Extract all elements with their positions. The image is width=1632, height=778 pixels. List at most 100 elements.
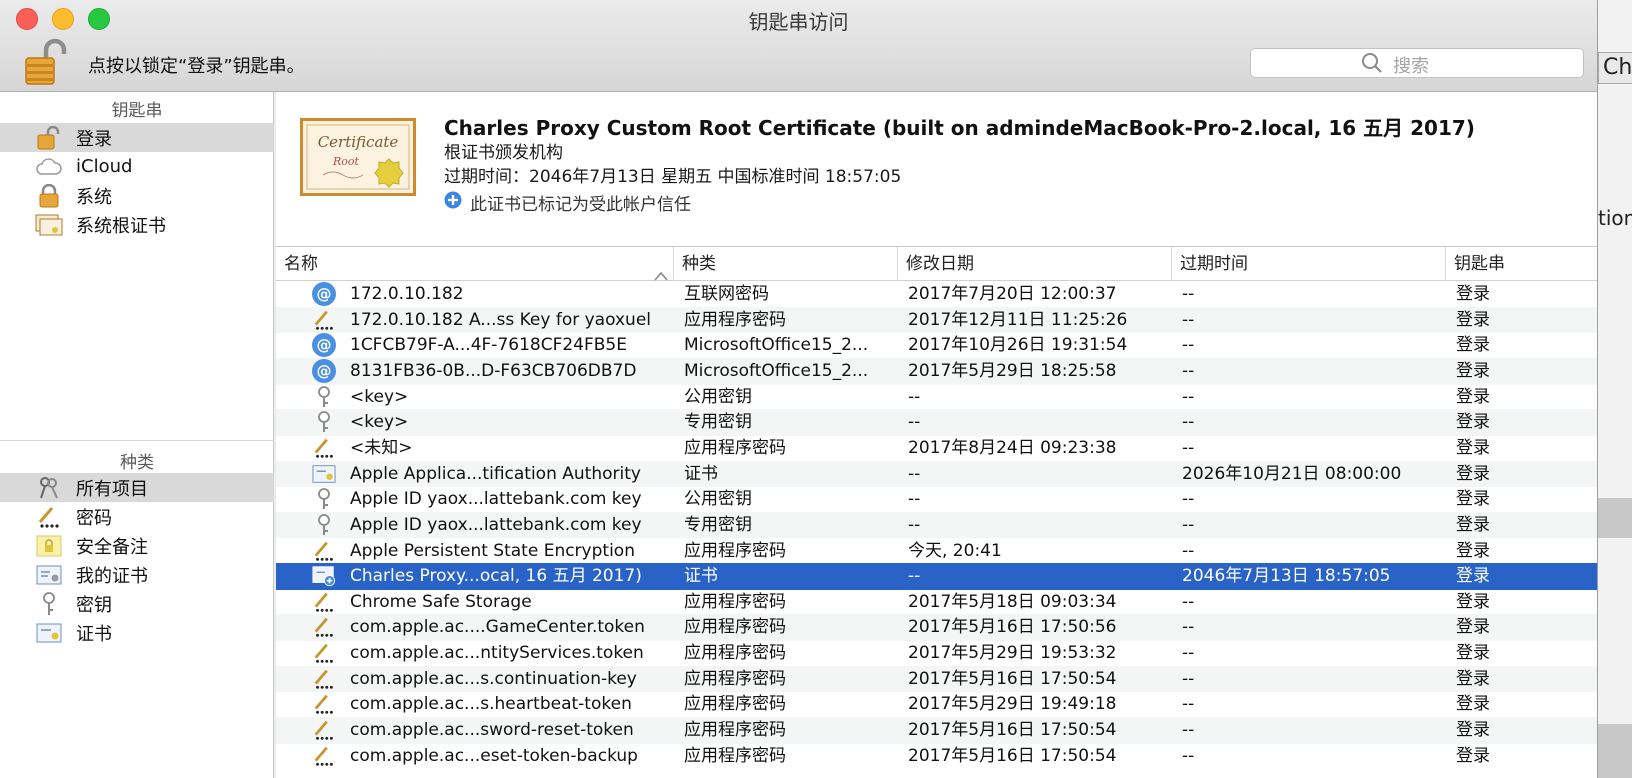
table-row[interactable]: @8131FB36-0B...D-F63CB706DB7D MicrosoftOf…: [276, 357, 1597, 385]
sidebar-item-system[interactable]: 系统: [0, 181, 274, 210]
column-header-expires[interactable]: 过期时间: [1172, 247, 1446, 281]
badge-text-root: Root: [332, 155, 360, 168]
padlock-open-icon: [34, 125, 64, 150]
cell-name: Apple Applica...tification Authority: [350, 463, 641, 484]
trust-text: 此证书已标记为受此帐户信任: [470, 195, 691, 215]
sidebar-item-keys[interactable]: 密钥: [0, 589, 274, 618]
cell-keychain: 登录: [1456, 437, 1490, 458]
sidebar-item-label: 系统: [76, 186, 112, 208]
cell-name: Chrome Safe Storage: [350, 591, 532, 612]
sidebar-item-label: iCloud: [76, 156, 133, 177]
sidebar-divider: [0, 440, 274, 441]
cell-name: <key>: [350, 386, 409, 407]
cell-name: Apple Persistent State Encryption: [350, 540, 635, 561]
cell-kind: 应用程序密码: [684, 668, 786, 689]
cell-modified: --: [908, 489, 921, 510]
cell-modified: 2017年10月26日 19:31:54: [908, 335, 1128, 356]
column-header-name[interactable]: 名称: [276, 247, 674, 281]
items-table: 名称 种类 修改日期 过期时间 钥匙串 @172.0.10.182 互联网密码 20…: [276, 247, 1597, 778]
table-row[interactable]: Apple ID yaox...lattebank.com key 公用密钥 -- -…: [276, 486, 1597, 513]
table-row[interactable]: Apple Applica...tification Authority 证书 --…: [276, 460, 1597, 488]
sidebar-item-secure-notes[interactable]: 安全备注: [0, 531, 274, 560]
app-password-icon: [312, 540, 336, 562]
cell-modified: 2017年12月11日 11:25:26: [908, 309, 1128, 330]
cell-name: <key>: [350, 412, 409, 433]
table-row[interactable]: com.apple.ac....GameCenter.token 应用程序密码 20…: [276, 614, 1597, 642]
cell-expires: 2046年7月13日 18:57:05: [1182, 566, 1391, 587]
table-row[interactable]: <未知> 应用程序密码 2017年8月24日 09:23:38 -- 登录: [276, 435, 1597, 462]
sidebar-item-label: 密码: [76, 507, 112, 529]
sidebar-item-label: 我的证书: [76, 565, 148, 587]
cell-kind: 应用程序密码: [684, 591, 786, 612]
table-row[interactable]: <key> 专用密钥 -- -- 登录: [276, 409, 1597, 436]
sidebar-item-icloud[interactable]: iCloud: [0, 152, 274, 181]
padlock-open-icon[interactable]: [24, 38, 70, 86]
cell-expires: --: [1182, 694, 1195, 715]
sidebar-item-label: 登录: [76, 128, 112, 150]
cell-expires: --: [1182, 335, 1195, 356]
sidebar-item-login[interactable]: 登录: [0, 123, 274, 152]
item-detail-panel: Certificate Root Charles Proxy Custom Ro…: [276, 92, 1597, 247]
table-row[interactable]: com.apple.ac...s.heartbeat-token 应用程序密码 20…: [276, 691, 1597, 718]
cell-expires: --: [1182, 360, 1195, 381]
sidebar-item-system-roots[interactable]: 系统根证书: [0, 210, 274, 239]
table-row[interactable]: Apple ID yaox...lattebank.com key 专用密钥 -- -…: [276, 511, 1597, 539]
sidebar: 钥匙串 登录 iCloud 系统 系统根证书 种类 所有项目 密码 安全备注 我…: [0, 92, 274, 778]
table-row[interactable]: com.apple.ac...ntityServices.token 应用程序密码…: [276, 640, 1597, 667]
column-label: 修改日期: [906, 254, 974, 274]
cell-keychain: 登录: [1456, 386, 1490, 407]
table-row[interactable]: <key> 公用密钥 -- -- 登录: [276, 384, 1597, 411]
background-window-strip: [1598, 724, 1632, 778]
detail-expiry: 过期时间：2046年7月13日 星期五 中国标准时间 18:57:05: [444, 167, 902, 187]
table-row[interactable]: com.apple.ac...s.continuation-key 应用程序密码 2…: [276, 665, 1597, 693]
lock-status-text[interactable]: 点按以锁定“登录”钥匙串。: [88, 52, 305, 78]
keychain-access-window: 钥匙串访问 点按以锁定“登录”钥匙串。 搜索 钥匙串 登录 iCloud 系统 …: [0, 0, 1598, 778]
cell-name: Apple ID yaox...lattebank.com key: [350, 514, 642, 535]
cell-name: com.apple.ac...eset-token-backup: [350, 745, 638, 766]
cell-keychain: 登录: [1456, 412, 1490, 433]
search-field[interactable]: 搜索: [1250, 48, 1584, 78]
table-row[interactable]: Apple Persistent State Encryption 应用程序密码 今…: [276, 538, 1597, 565]
cell-keychain: 登录: [1456, 463, 1490, 484]
column-header-modified[interactable]: 修改日期: [898, 247, 1172, 281]
sidebar-item-all-items[interactable]: 所有项目: [0, 473, 274, 502]
sidebar-item-my-certificates[interactable]: 我的证书: [0, 560, 274, 589]
cell-modified: 2017年5月29日 19:53:32: [908, 643, 1117, 664]
cell-name: <未知>: [350, 437, 413, 458]
cell-kind: 应用程序密码: [684, 309, 786, 330]
table-row[interactable]: com.apple.ac...sword-reset-token 应用程序密码 20…: [276, 717, 1597, 744]
table-row[interactable]: com.apple.ac...eset-token-backup 应用程序密码 20…: [276, 743, 1597, 770]
sidebar-item-label: 证书: [76, 623, 112, 645]
column-header-kind[interactable]: 种类: [674, 247, 898, 281]
app-password-icon: [312, 693, 336, 715]
cell-keychain: 登录: [1456, 309, 1490, 330]
background-window-tab[interactable]: Ch: [1598, 52, 1632, 84]
table-row[interactable]: @1CFCB79F-A...4F-7618CF24FB5E MicrosoftOf…: [276, 332, 1597, 359]
sidebar-item-certificates[interactable]: 证书: [0, 618, 274, 647]
cell-expires: --: [1182, 745, 1195, 766]
column-label: 钥匙串: [1454, 254, 1505, 274]
cell-name: com.apple.ac...s.continuation-key: [350, 668, 637, 689]
secure-note-icon: [34, 534, 64, 558]
table-row-selected[interactable]: Charles Proxy...ocal, 16 五月 2017) 证书 -- 204…: [276, 563, 1597, 590]
column-label: 种类: [682, 254, 716, 274]
table-row[interactable]: @172.0.10.182 互联网密码 2017年7月20日 12:00:37 -- 登…: [276, 281, 1597, 308]
certificates-icon: [34, 213, 64, 237]
table-row[interactable]: 172.0.10.182 A...ss Key for yaoxueli 应用程序…: [276, 306, 1597, 334]
cell-kind: 应用程序密码: [684, 617, 786, 638]
app-password-icon: [312, 591, 336, 613]
cell-keychain: 登录: [1456, 591, 1490, 612]
cell-modified: --: [908, 514, 921, 535]
background-window: [1596, 0, 1632, 778]
sidebar-item-passwords[interactable]: 密码: [0, 502, 274, 531]
column-header-keychain[interactable]: 钥匙串: [1446, 247, 1597, 281]
cell-expires: --: [1182, 514, 1195, 535]
cell-modified: 2017年5月16日 17:50:56: [908, 617, 1117, 638]
cell-modified: --: [908, 566, 921, 587]
all-items-icon: [34, 476, 64, 500]
table-row[interactable]: Chrome Safe Storage 应用程序密码 2017年5月18日 09:0…: [276, 589, 1597, 616]
cell-name: 1CFCB79F-A...4F-7618CF24FB5E: [350, 335, 627, 356]
my-certificate-icon: [34, 563, 64, 587]
cell-keychain: 登录: [1456, 668, 1490, 689]
certificate-icon: [312, 463, 336, 485]
